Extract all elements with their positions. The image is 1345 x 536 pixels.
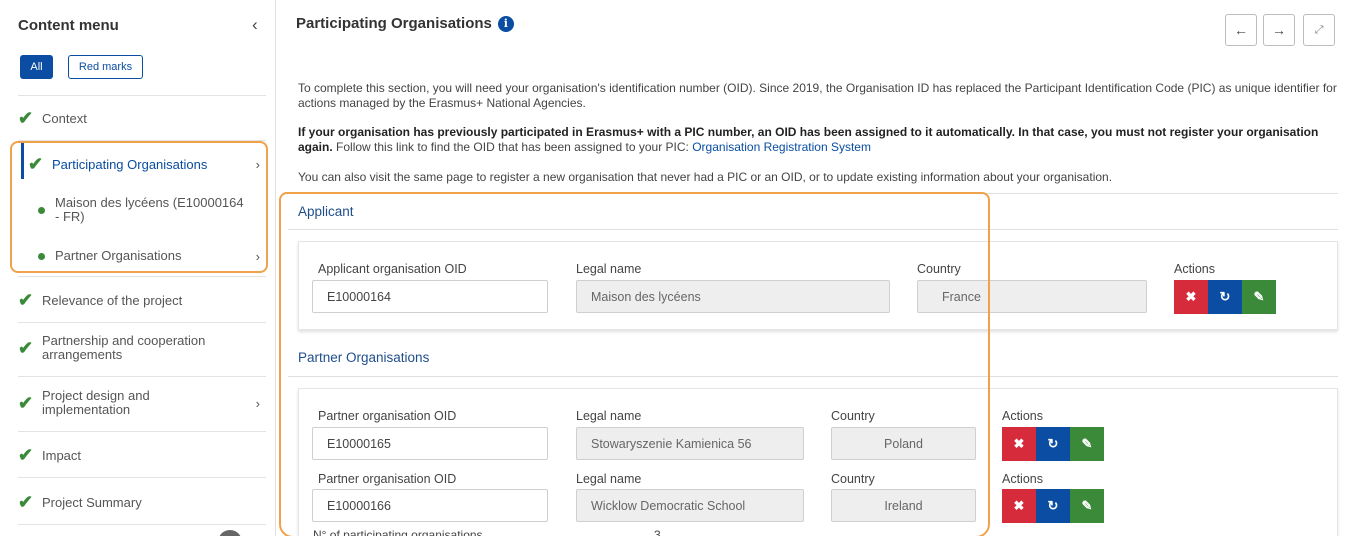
- page-title-text: Participating Organisations: [296, 15, 492, 32]
- sidebar-item-project-design[interactable]: ✔ Project design and implementation ›: [18, 389, 268, 417]
- checkmark-icon: ✔: [18, 445, 34, 465]
- refresh-icon: ↻: [1219, 289, 1231, 304]
- sidebar-item-label: Project Summary: [42, 494, 142, 510]
- refresh-button[interactable]: ↻: [1208, 280, 1242, 314]
- arrow-left-icon: ←: [1234, 22, 1248, 38]
- arrow-right-icon: →: [1272, 22, 1286, 38]
- sidebar-item-relevance[interactable]: ✔ Relevance of the project: [18, 290, 268, 311]
- delete-button[interactable]: ✖: [1002, 427, 1036, 461]
- sidebar-item-context[interactable]: ✔ Context: [18, 108, 268, 129]
- intro-paragraph: To complete this section, you will need …: [298, 81, 1337, 110]
- organisation-registration-link[interactable]: Organisation Registration System: [692, 140, 871, 154]
- previous-button[interactable]: ←: [1225, 14, 1257, 46]
- delete-button[interactable]: ✖: [1002, 489, 1036, 523]
- chevron-left-icon[interactable]: ‹: [252, 15, 258, 35]
- chevron-right-icon: ›: [255, 395, 260, 411]
- checkmark-icon: ✔: [18, 337, 34, 358]
- intro-paragraph-register: You can also visit the same page to regi…: [298, 170, 1113, 184]
- edit-button[interactable]: ✎: [1242, 280, 1276, 314]
- page-title: Participating Organisations i: [296, 15, 514, 32]
- sidebar-title: Content menu: [18, 17, 119, 34]
- pencil-icon: ✎: [1081, 436, 1093, 451]
- scroll-top-icon[interactable]: [218, 530, 242, 536]
- divider: [18, 95, 266, 96]
- close-icon: ✖: [1185, 289, 1197, 304]
- fullscreen-button[interactable]: ⤢: [1303, 14, 1335, 46]
- edit-button[interactable]: ✎: [1070, 489, 1104, 523]
- expand-icon: ⤢: [1314, 23, 1324, 36]
- actions-label: Actions: [1174, 262, 1215, 276]
- sidebar-highlight-box: [10, 141, 268, 273]
- edit-button[interactable]: ✎: [1070, 427, 1104, 461]
- sidebar-item-label: Project design and implementation: [42, 388, 150, 417]
- refresh-button[interactable]: ↻: [1036, 489, 1070, 523]
- main-highlight-box: [279, 192, 990, 536]
- divider: [18, 524, 266, 525]
- actions-label: Actions: [1002, 472, 1043, 486]
- actions-label: Actions: [1002, 409, 1043, 423]
- sidebar-item-label: Relevance of the project: [42, 292, 183, 308]
- intro-paragraph-oid: If your organisation has previously part…: [298, 125, 1338, 155]
- pencil-icon: ✎: [1081, 498, 1093, 513]
- checkmark-icon: ✔: [18, 108, 34, 128]
- sidebar-item-label: Impact: [42, 447, 82, 463]
- close-icon: ✖: [1013, 436, 1025, 451]
- sidebar-item-partnership[interactable]: ✔ Partnership and cooperation arrangemen…: [18, 334, 268, 362]
- pencil-icon: ✎: [1253, 289, 1265, 304]
- refresh-icon: ↻: [1047, 498, 1059, 513]
- sidebar-item-label: Context: [42, 110, 87, 126]
- sidebar-item-impact[interactable]: ✔ Impact: [18, 445, 268, 466]
- divider: [18, 431, 266, 432]
- sidebar-item-label: Partnership and cooperation arrangements: [42, 333, 206, 362]
- divider: [18, 322, 266, 323]
- refresh-icon: ↻: [1047, 436, 1059, 451]
- sidebar-item-project-summary[interactable]: ✔ Project Summary: [18, 492, 268, 513]
- delete-button[interactable]: ✖: [1174, 280, 1208, 314]
- divider: [18, 477, 266, 478]
- next-button[interactable]: →: [1263, 14, 1295, 46]
- refresh-button[interactable]: ↻: [1036, 427, 1070, 461]
- checkmark-icon: ✔: [18, 392, 34, 413]
- divider: [18, 376, 266, 377]
- divider: [18, 276, 266, 277]
- filter-red-marks-button[interactable]: Red marks: [68, 55, 143, 79]
- checkmark-icon: ✔: [18, 290, 34, 310]
- intro-text: Follow this link to find the OID that ha…: [332, 140, 693, 154]
- close-icon: ✖: [1013, 498, 1025, 513]
- info-icon[interactable]: i: [497, 15, 514, 32]
- filter-all-button[interactable]: All: [20, 55, 53, 79]
- checkmark-icon: ✔: [18, 492, 34, 512]
